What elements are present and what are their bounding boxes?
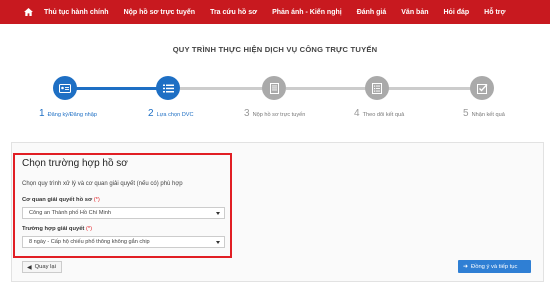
case-select-value: 8 ngày - Cấp hộ chiếu phổ thông không gắ…: [29, 239, 150, 245]
process-steps: 1 Đăng ký/Đăng nhập 2 Lựa chọn DVC 3 Nộp…: [0, 70, 550, 122]
arrow-left-icon: ◀: [27, 264, 32, 271]
nav-item-van-ban[interactable]: Văn bản: [401, 9, 428, 16]
id-card-icon: [59, 83, 71, 93]
step-2-number: 2: [148, 108, 154, 119]
step-1-text: Đăng ký/Đăng nhập: [47, 112, 98, 118]
agency-select-value: Công an Thành phố Hồ Chí Minh: [29, 210, 111, 216]
agency-label-text: Cơ quan giải quyết hồ sơ: [22, 197, 93, 203]
step-5-number: 5: [463, 108, 469, 119]
chevron-down-icon: [216, 212, 220, 215]
nav-item-thu-tuc[interactable]: Thủ tục hành chính: [44, 9, 109, 16]
nav-item-danh-gia[interactable]: Đánh giá: [357, 9, 387, 16]
chevron-down-icon: [216, 241, 220, 244]
step-3-label: 3 Nộp hồ sơ trực tuyến: [244, 108, 305, 119]
back-button-label: Quay lại: [34, 264, 56, 270]
case-label: Trường hợp giải quyết (*): [22, 226, 92, 232]
case-select[interactable]: 8 ngày - Cấp hộ chiếu phổ thông không gắ…: [22, 236, 225, 248]
step-5-circle: [470, 76, 494, 100]
step-2-text: Lựa chọn DVC: [156, 112, 194, 118]
agree-continue-label: Đồng ý và tiếp tục: [471, 263, 518, 270]
check-icon: [476, 83, 488, 94]
step-1-number: 1: [39, 108, 45, 119]
list-icon: [162, 84, 174, 92]
step-connector: [387, 87, 480, 90]
step-connector: [180, 87, 274, 90]
step-2-label: 2 Lựa chọn DVC: [148, 108, 194, 119]
agency-label: Cơ quan giải quyết hồ sơ (*): [22, 197, 100, 203]
step-connector: [66, 87, 166, 90]
agency-select[interactable]: Công an Thành phố Hồ Chí Minh: [22, 207, 225, 219]
nav-item-phan-anh[interactable]: Phản ánh - Kiến nghị: [272, 9, 342, 16]
step-connector: [286, 87, 374, 90]
document-icon: [269, 82, 279, 94]
step-4-circle: [365, 76, 389, 100]
nav-item-hoi-dap[interactable]: Hỏi đáp: [444, 9, 470, 16]
checklist-icon: [372, 82, 382, 94]
step-3-number: 3: [244, 108, 250, 119]
step-5-label: 5 Nhận kết quả: [463, 108, 505, 119]
nav-item-ho-tro[interactable]: Hỗ trợ: [484, 9, 505, 16]
required-marker: (*): [85, 226, 93, 232]
home-icon: [24, 8, 33, 16]
step-3-circle: [262, 76, 286, 100]
step-4-text: Theo dõi kết quả: [362, 112, 405, 118]
step-3-text: Nộp hồ sơ trực tuyến: [252, 112, 306, 118]
case-label-text: Trường hợp giải quyết: [22, 226, 85, 232]
page-title: QUY TRÌNH THỰC HIỆN DỊCH VỤ CÔNG TRỰC TU…: [172, 45, 378, 54]
step-1-label: 1 Đăng ký/Đăng nhập: [39, 108, 97, 119]
nav-home[interactable]: [24, 8, 33, 16]
step-1-circle: [53, 76, 77, 100]
step-4-number: 4: [354, 108, 360, 119]
required-marker: (*): [93, 197, 100, 203]
back-button[interactable]: ◀ Quay lại: [22, 261, 62, 273]
step-5-text: Nhận kết quả: [471, 112, 505, 118]
step-2-circle: [156, 76, 180, 100]
arrow-right-icon: ➜: [463, 264, 469, 270]
step-4-label: 4 Theo dõi kết quả: [354, 108, 404, 119]
agree-continue-button[interactable]: ➜ Đồng ý và tiếp tục: [458, 260, 531, 273]
nav-item-tra-cuu[interactable]: Tra cứu hồ sơ: [210, 9, 257, 16]
form-title: Chọn trường hợp hồ sơ: [22, 158, 128, 169]
main-nav: Thủ tục hành chính Nộp hồ sơ trực tuyến …: [0, 0, 520, 24]
nav-item-nop-ho-so[interactable]: Nộp hồ sơ trực tuyến: [124, 9, 196, 16]
form-description: Chọn quy trình xử lý và cơ quan giải quy…: [22, 181, 183, 187]
